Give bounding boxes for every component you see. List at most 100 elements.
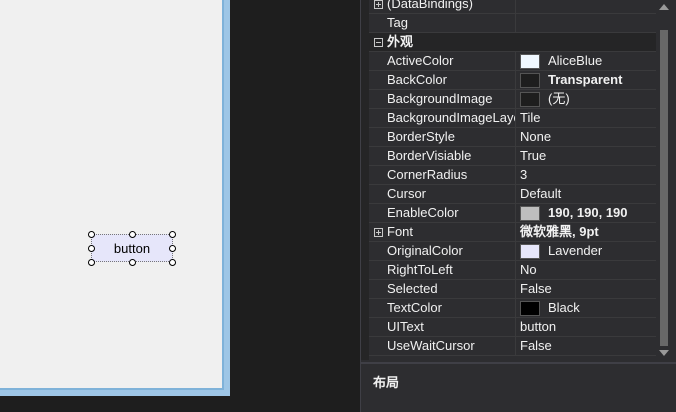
- property-name: BackgroundImageLayout: [387, 109, 516, 127]
- property-row[interactable]: BorderVisiable True: [369, 147, 656, 166]
- property-value-text: False: [520, 281, 552, 296]
- property-name: Selected: [387, 280, 516, 298]
- property-row[interactable]: Tag: [369, 14, 656, 33]
- form-border-right: [224, 0, 230, 396]
- row-expander[interactable]: [369, 223, 387, 241]
- property-row[interactable]: UseWaitCursor False: [369, 337, 656, 356]
- property-row[interactable]: Font 微软雅黑, 9pt: [369, 223, 656, 242]
- property-value[interactable]: [516, 0, 656, 13]
- expand-plus-icon[interactable]: [373, 0, 383, 9]
- resize-handle-bottom-left[interactable]: [88, 259, 95, 266]
- property-name: TextColor: [387, 299, 516, 317]
- property-value[interactable]: 190, 190, 190: [516, 204, 656, 222]
- selected-button-control[interactable]: button: [88, 231, 176, 266]
- property-list: (DataBindings) Tag 外观 ActiveColor AliceBlue B…: [369, 0, 656, 356]
- property-name: CornerRadius: [387, 166, 516, 184]
- property-value-text: False: [520, 338, 552, 353]
- resize-handle-bottom[interactable]: [129, 259, 136, 266]
- property-name: BorderStyle: [387, 128, 516, 146]
- scroll-down-arrow-icon[interactable]: [659, 350, 669, 356]
- resize-handle-left[interactable]: [88, 245, 95, 252]
- property-name: Font: [387, 223, 516, 241]
- property-value[interactable]: Black: [516, 299, 656, 317]
- expand-plus-icon[interactable]: [373, 227, 383, 237]
- property-value[interactable]: [516, 14, 656, 32]
- resize-handle-bottom-right[interactable]: [169, 259, 176, 266]
- property-grid-scrollbar[interactable]: [656, 0, 672, 360]
- property-name: BackColor: [387, 71, 516, 89]
- property-value[interactable]: 3: [516, 166, 656, 184]
- property-grid: (DataBindings) Tag 外观 ActiveColor AliceBlue B…: [360, 0, 676, 412]
- row-expander: [369, 185, 387, 203]
- resize-handle-right[interactable]: [169, 245, 176, 252]
- property-value[interactable]: False: [516, 337, 656, 355]
- property-value-text: AliceBlue: [548, 53, 603, 68]
- property-row[interactable]: TextColor Black: [369, 299, 656, 318]
- property-value[interactable]: Transparent: [516, 71, 656, 89]
- property-value[interactable]: (无): [516, 90, 656, 108]
- property-name: UIText: [387, 318, 516, 336]
- resize-handle-top-right[interactable]: [169, 231, 176, 238]
- property-row[interactable]: OriginalColor Lavender: [369, 242, 656, 261]
- resize-handle-top[interactable]: [129, 231, 136, 238]
- collapse-minus-icon[interactable]: [373, 37, 383, 47]
- property-row[interactable]: RightToLeft No: [369, 261, 656, 280]
- property-value-text: (无): [548, 91, 570, 106]
- property-value-text: No: [520, 262, 537, 277]
- property-category-row[interactable]: 外观: [369, 33, 656, 52]
- property-value-text: Default: [520, 186, 562, 201]
- property-value-text: 微软雅黑, 9pt: [520, 224, 599, 239]
- property-value[interactable]: Lavender: [516, 242, 656, 260]
- property-value[interactable]: button: [516, 318, 656, 336]
- row-expander: [369, 128, 387, 146]
- property-value-text: 3: [520, 167, 528, 182]
- row-expander: [369, 337, 387, 355]
- button-control[interactable]: button: [91, 234, 173, 262]
- color-swatch: [520, 53, 540, 69]
- color-swatch: [520, 91, 540, 107]
- row-expander: [369, 147, 387, 165]
- scroll-up-arrow-icon[interactable]: [659, 4, 669, 10]
- color-swatch: [520, 205, 540, 221]
- designer-area: button: [0, 0, 360, 412]
- property-name: (DataBindings): [387, 0, 516, 13]
- resize-handle-top-left[interactable]: [88, 231, 95, 238]
- row-expander: [369, 166, 387, 184]
- property-value[interactable]: AliceBlue: [516, 52, 656, 70]
- property-row[interactable]: EnableColor 190, 190, 190: [369, 204, 656, 223]
- form-design-surface[interactable]: button: [0, 0, 224, 390]
- property-value[interactable]: False: [516, 280, 656, 298]
- property-value[interactable]: None: [516, 128, 656, 146]
- property-row[interactable]: (DataBindings): [369, 0, 656, 14]
- property-value[interactable]: No: [516, 261, 656, 279]
- row-expander: [369, 299, 387, 317]
- property-row[interactable]: Selected False: [369, 280, 656, 299]
- row-expander[interactable]: [369, 0, 387, 13]
- row-expander: [369, 14, 387, 32]
- scroll-thumb[interactable]: [660, 30, 668, 346]
- property-name: EnableColor: [387, 204, 516, 222]
- property-row[interactable]: Cursor Default: [369, 185, 656, 204]
- property-row[interactable]: BackColor Transparent: [369, 71, 656, 90]
- property-value[interactable]: True: [516, 147, 656, 165]
- row-expander[interactable]: [369, 33, 387, 51]
- row-expander: [369, 109, 387, 127]
- property-row[interactable]: BorderStyle None: [369, 128, 656, 147]
- property-value-text: True: [520, 148, 547, 163]
- property-row[interactable]: UIText button: [369, 318, 656, 337]
- property-name: Cursor: [387, 185, 516, 203]
- property-row[interactable]: CornerRadius 3: [369, 166, 656, 185]
- property-row[interactable]: BackgroundImageLayout Tile: [369, 109, 656, 128]
- property-name: OriginalColor: [387, 242, 516, 260]
- property-row[interactable]: BackgroundImage (无): [369, 90, 656, 109]
- property-value[interactable]: Default: [516, 185, 656, 203]
- color-swatch: [520, 300, 540, 316]
- property-name: 外观: [387, 34, 414, 49]
- property-value[interactable]: 微软雅黑, 9pt: [516, 223, 656, 241]
- property-name: RightToLeft: [387, 261, 516, 279]
- property-row[interactable]: ActiveColor AliceBlue: [369, 52, 656, 71]
- row-expander: [369, 71, 387, 89]
- property-name: BorderVisiable: [387, 147, 516, 165]
- property-value-text: button: [520, 319, 557, 334]
- property-value[interactable]: Tile: [516, 109, 656, 127]
